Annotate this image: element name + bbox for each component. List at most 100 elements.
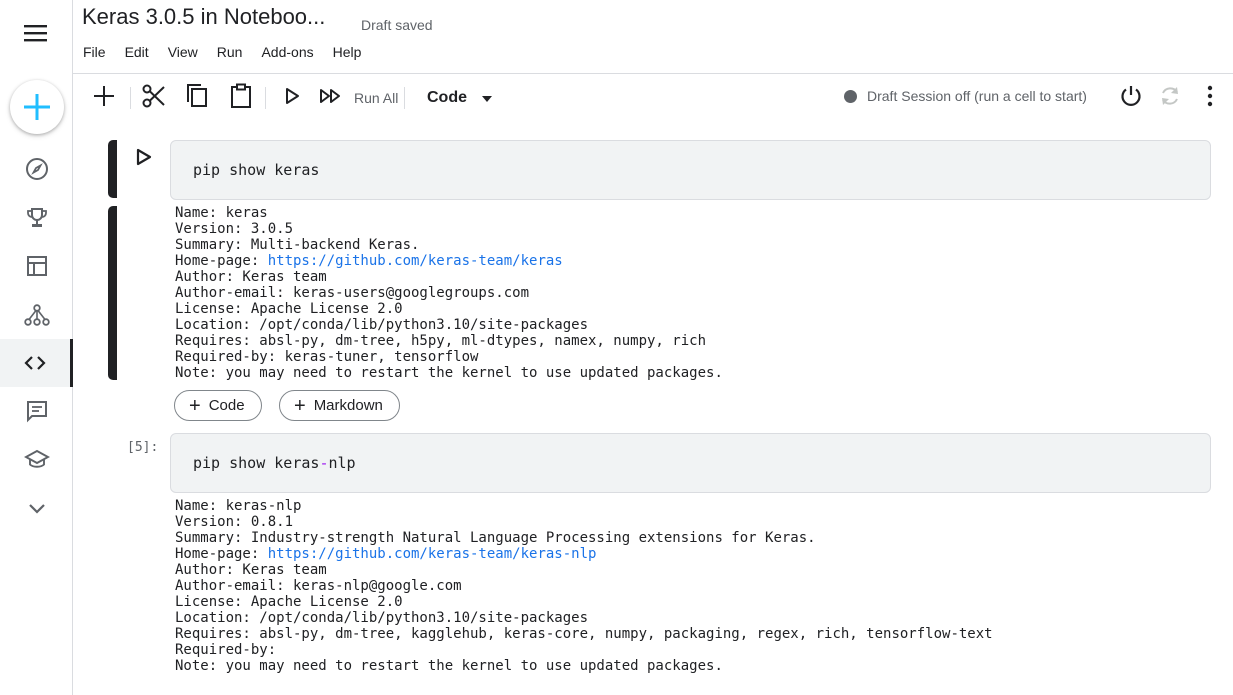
caret-down-icon	[482, 89, 492, 107]
discussion-icon	[25, 399, 49, 423]
compass-icon	[25, 157, 49, 181]
output-line: Author: Keras team	[175, 562, 327, 578]
code-token: nlp	[328, 454, 356, 472]
notebook-header: Keras 3.0.5 in Noteboo... Draft saved Fi…	[73, 0, 1233, 74]
code-editor[interactable]: pip show keras-nlp	[170, 433, 1211, 493]
copy-button[interactable]	[185, 83, 209, 114]
homepage-link[interactable]: https://github.com/keras-team/keras	[268, 253, 563, 269]
cell-type-select[interactable]: Code	[427, 84, 492, 112]
sidebar-item-competitions[interactable]	[0, 194, 73, 242]
menu-run[interactable]: Run	[217, 44, 243, 60]
session-status: Draft Session off (run a cell to start)	[867, 88, 1087, 104]
sidebar-item-more[interactable]	[0, 484, 73, 532]
execution-count: [5]:	[127, 440, 159, 455]
output-label: Home-page:	[175, 253, 268, 269]
output-line: Summary: Multi-backend Keras.	[175, 237, 420, 253]
draft-status: Draft saved	[361, 17, 433, 33]
cell-output: Name: keras Version: 3.0.5 Summary: Multi-…	[175, 205, 723, 381]
create-button[interactable]	[10, 80, 64, 134]
output-line: Version: 0.8.1	[175, 514, 294, 530]
left-sidebar	[0, 0, 73, 695]
output-line: License: Apache License 2.0	[175, 301, 403, 317]
output-line: Author-email: keras-nlp@google.com	[175, 578, 462, 594]
output-line: Version: 3.0.5	[175, 221, 294, 237]
sidebar-item-learn[interactable]	[0, 436, 73, 484]
output-label: Home-page:	[175, 546, 268, 562]
code-token: pip show keras	[193, 454, 320, 472]
add-cell-button[interactable]	[92, 84, 116, 112]
output-line: Required-by: keras-tuner, tensorflow	[175, 349, 479, 365]
expand-more-icon	[25, 496, 49, 520]
output-line: Required-by:	[175, 642, 277, 658]
menu-help[interactable]: Help	[333, 44, 362, 60]
school-icon	[23, 448, 50, 472]
output-line: Location: /opt/conda/lib/python3.10/site…	[175, 610, 589, 626]
add-code-label: Code	[208, 397, 245, 414]
more-vert-icon	[1200, 84, 1220, 113]
fast-forward-icon	[319, 87, 343, 110]
output-line: Requires: absl-py, dm-tree, kagglehub, k…	[175, 626, 993, 642]
sidebar-item-datasets[interactable]	[0, 242, 73, 290]
sidebar-item-models[interactable]	[0, 291, 73, 339]
play-icon	[284, 87, 300, 110]
output-line: Home-page: https://github.com/keras-team…	[175, 253, 723, 269]
clipboard-icon	[229, 83, 253, 114]
run-all-button[interactable]: Run All	[319, 84, 398, 112]
cell-type-value: Code	[427, 89, 467, 106]
run-cell-button[interactable]	[136, 148, 152, 166]
output-selection-bar	[108, 206, 117, 380]
create-icon	[22, 92, 52, 122]
paste-button[interactable]	[229, 83, 253, 114]
output-line: Location: /opt/conda/lib/python3.10/site…	[175, 317, 589, 333]
plus-icon	[92, 84, 116, 113]
sidebar-item-discussions[interactable]	[0, 387, 73, 435]
menu-add-ons[interactable]: Add-ons	[261, 44, 313, 60]
scissors-icon	[141, 83, 167, 114]
output-line: Note: you may need to restart the kernel…	[175, 365, 723, 381]
menu-file[interactable]: File	[83, 44, 106, 60]
add-markdown-cell-button[interactable]: + Markdown	[279, 390, 400, 421]
plus-icon: +	[189, 394, 201, 417]
add-markdown-label: Markdown	[313, 397, 383, 414]
run-all-label: Run All	[354, 90, 399, 106]
output-line: Home-page: https://github.com/keras-team…	[175, 546, 993, 562]
code-text: pip show keras	[193, 161, 320, 179]
menu-edit[interactable]: Edit	[125, 44, 149, 60]
notebook-title[interactable]: Keras 3.0.5 in Noteboo...	[82, 4, 325, 30]
code-icon	[23, 351, 47, 375]
toolbar-divider	[130, 87, 131, 109]
power-button[interactable]	[1119, 84, 1143, 112]
session-status-dot	[844, 90, 857, 103]
homepage-link[interactable]: https://github.com/keras-team/keras-nlp	[268, 546, 597, 562]
add-code-cell-button[interactable]: + Code	[174, 390, 262, 421]
play-icon	[136, 148, 152, 170]
cut-button[interactable]	[141, 84, 167, 112]
output-line: License: Apache License 2.0	[175, 594, 403, 610]
menu-icon[interactable]	[24, 22, 48, 44]
more-options-button[interactable]	[1200, 84, 1220, 112]
code-editor[interactable]: pip show keras	[170, 140, 1211, 200]
plus-icon: +	[294, 394, 306, 417]
output-line: Note: you may need to restart the kernel…	[175, 658, 723, 674]
output-line: Requires: absl-py, dm-tree, h5py, ml-dty…	[175, 333, 707, 349]
output-line: Name: keras-nlp	[175, 498, 302, 514]
trophy-icon	[25, 206, 49, 230]
toolbar-divider	[265, 87, 266, 109]
sidebar-item-explore[interactable]	[0, 145, 73, 193]
power-icon	[1119, 84, 1143, 113]
output-line: Name: keras	[175, 205, 268, 221]
output-line: Author: Keras team	[175, 269, 327, 285]
code-text: pip show keras-nlp	[193, 454, 356, 472]
copy-icon	[185, 83, 209, 114]
refresh-icon	[1158, 84, 1182, 113]
menu-bar: File Edit View Run Add-ons Help	[83, 44, 380, 60]
models-icon	[23, 303, 50, 327]
run-cell-button[interactable]	[284, 84, 300, 112]
cell-selection-bar	[108, 140, 117, 198]
menu-view[interactable]: View	[168, 44, 198, 60]
cell-output: Name: keras-nlp Version: 0.8.1 Summary: In…	[175, 498, 993, 674]
toolbar-divider	[404, 87, 405, 109]
restart-session-button[interactable]	[1158, 84, 1182, 112]
output-line: Author-email: keras-users@googlegroups.c…	[175, 285, 530, 301]
sidebar-item-code[interactable]	[0, 339, 73, 387]
